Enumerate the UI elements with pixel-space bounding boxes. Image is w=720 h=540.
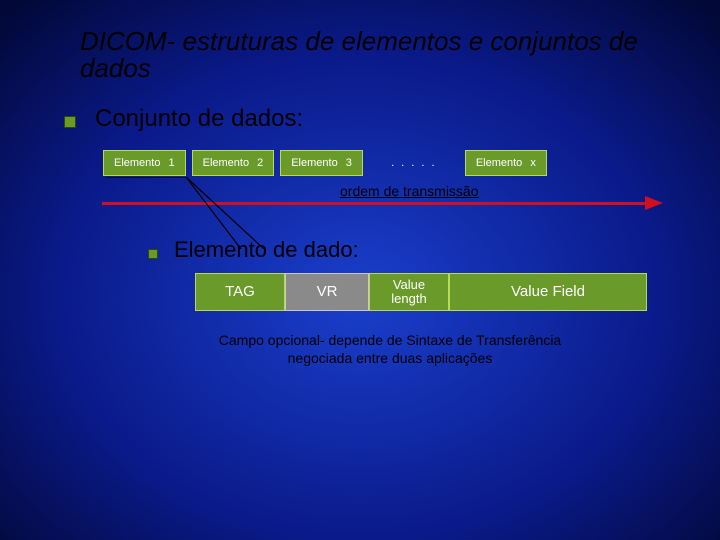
element-number: 1 bbox=[168, 157, 174, 169]
element-label: Elemento bbox=[291, 157, 337, 169]
data-element-structure: TAG VR Value length Value Field bbox=[195, 273, 647, 311]
element-label: Elemento bbox=[203, 157, 249, 169]
arrow-line-icon bbox=[102, 202, 645, 205]
section1-heading: Conjunto de dados: bbox=[95, 105, 303, 133]
footnote-line1: Campo opcional- depende de Sintaxe de Tr… bbox=[219, 332, 561, 348]
dataset-elements-row: Elemento 1 Elemento 2 Elemento 3 . . . .… bbox=[103, 150, 663, 176]
element-number: 2 bbox=[257, 157, 263, 169]
element-box: Elemento 1 bbox=[103, 150, 186, 176]
element-box: Elemento 3 bbox=[280, 150, 363, 176]
footnote-line2: negociada entre duas aplicações bbox=[288, 350, 493, 366]
slide-title: DICOM- estruturas de elementos e conjunt… bbox=[80, 28, 660, 83]
value-field-cell: Value Field bbox=[449, 273, 647, 311]
element-box: Elemento x bbox=[465, 150, 547, 176]
transmission-arrow: ordem de transmissão bbox=[102, 184, 662, 208]
tag-cell: TAG bbox=[195, 273, 285, 311]
value-length-top: Value bbox=[391, 278, 426, 292]
bullet-icon bbox=[64, 116, 76, 128]
footnote: Campo opcional- depende de Sintaxe de Tr… bbox=[150, 332, 630, 367]
element-label: Elemento bbox=[114, 157, 160, 169]
element-number: x bbox=[530, 157, 536, 169]
vr-cell: VR bbox=[285, 273, 369, 311]
section2-heading: Elemento de dado: bbox=[174, 237, 359, 263]
ellipsis: . . . . . bbox=[369, 157, 459, 169]
arrow-head-icon bbox=[645, 196, 663, 210]
value-length-cell: Value length bbox=[369, 273, 449, 311]
value-length-bot: length bbox=[391, 292, 426, 306]
element-label: Elemento bbox=[476, 157, 522, 169]
arrow-label: ordem de transmissão bbox=[340, 183, 479, 199]
bullet-icon bbox=[148, 249, 158, 259]
element-number: 3 bbox=[346, 157, 352, 169]
element-box: Elemento 2 bbox=[192, 150, 275, 176]
